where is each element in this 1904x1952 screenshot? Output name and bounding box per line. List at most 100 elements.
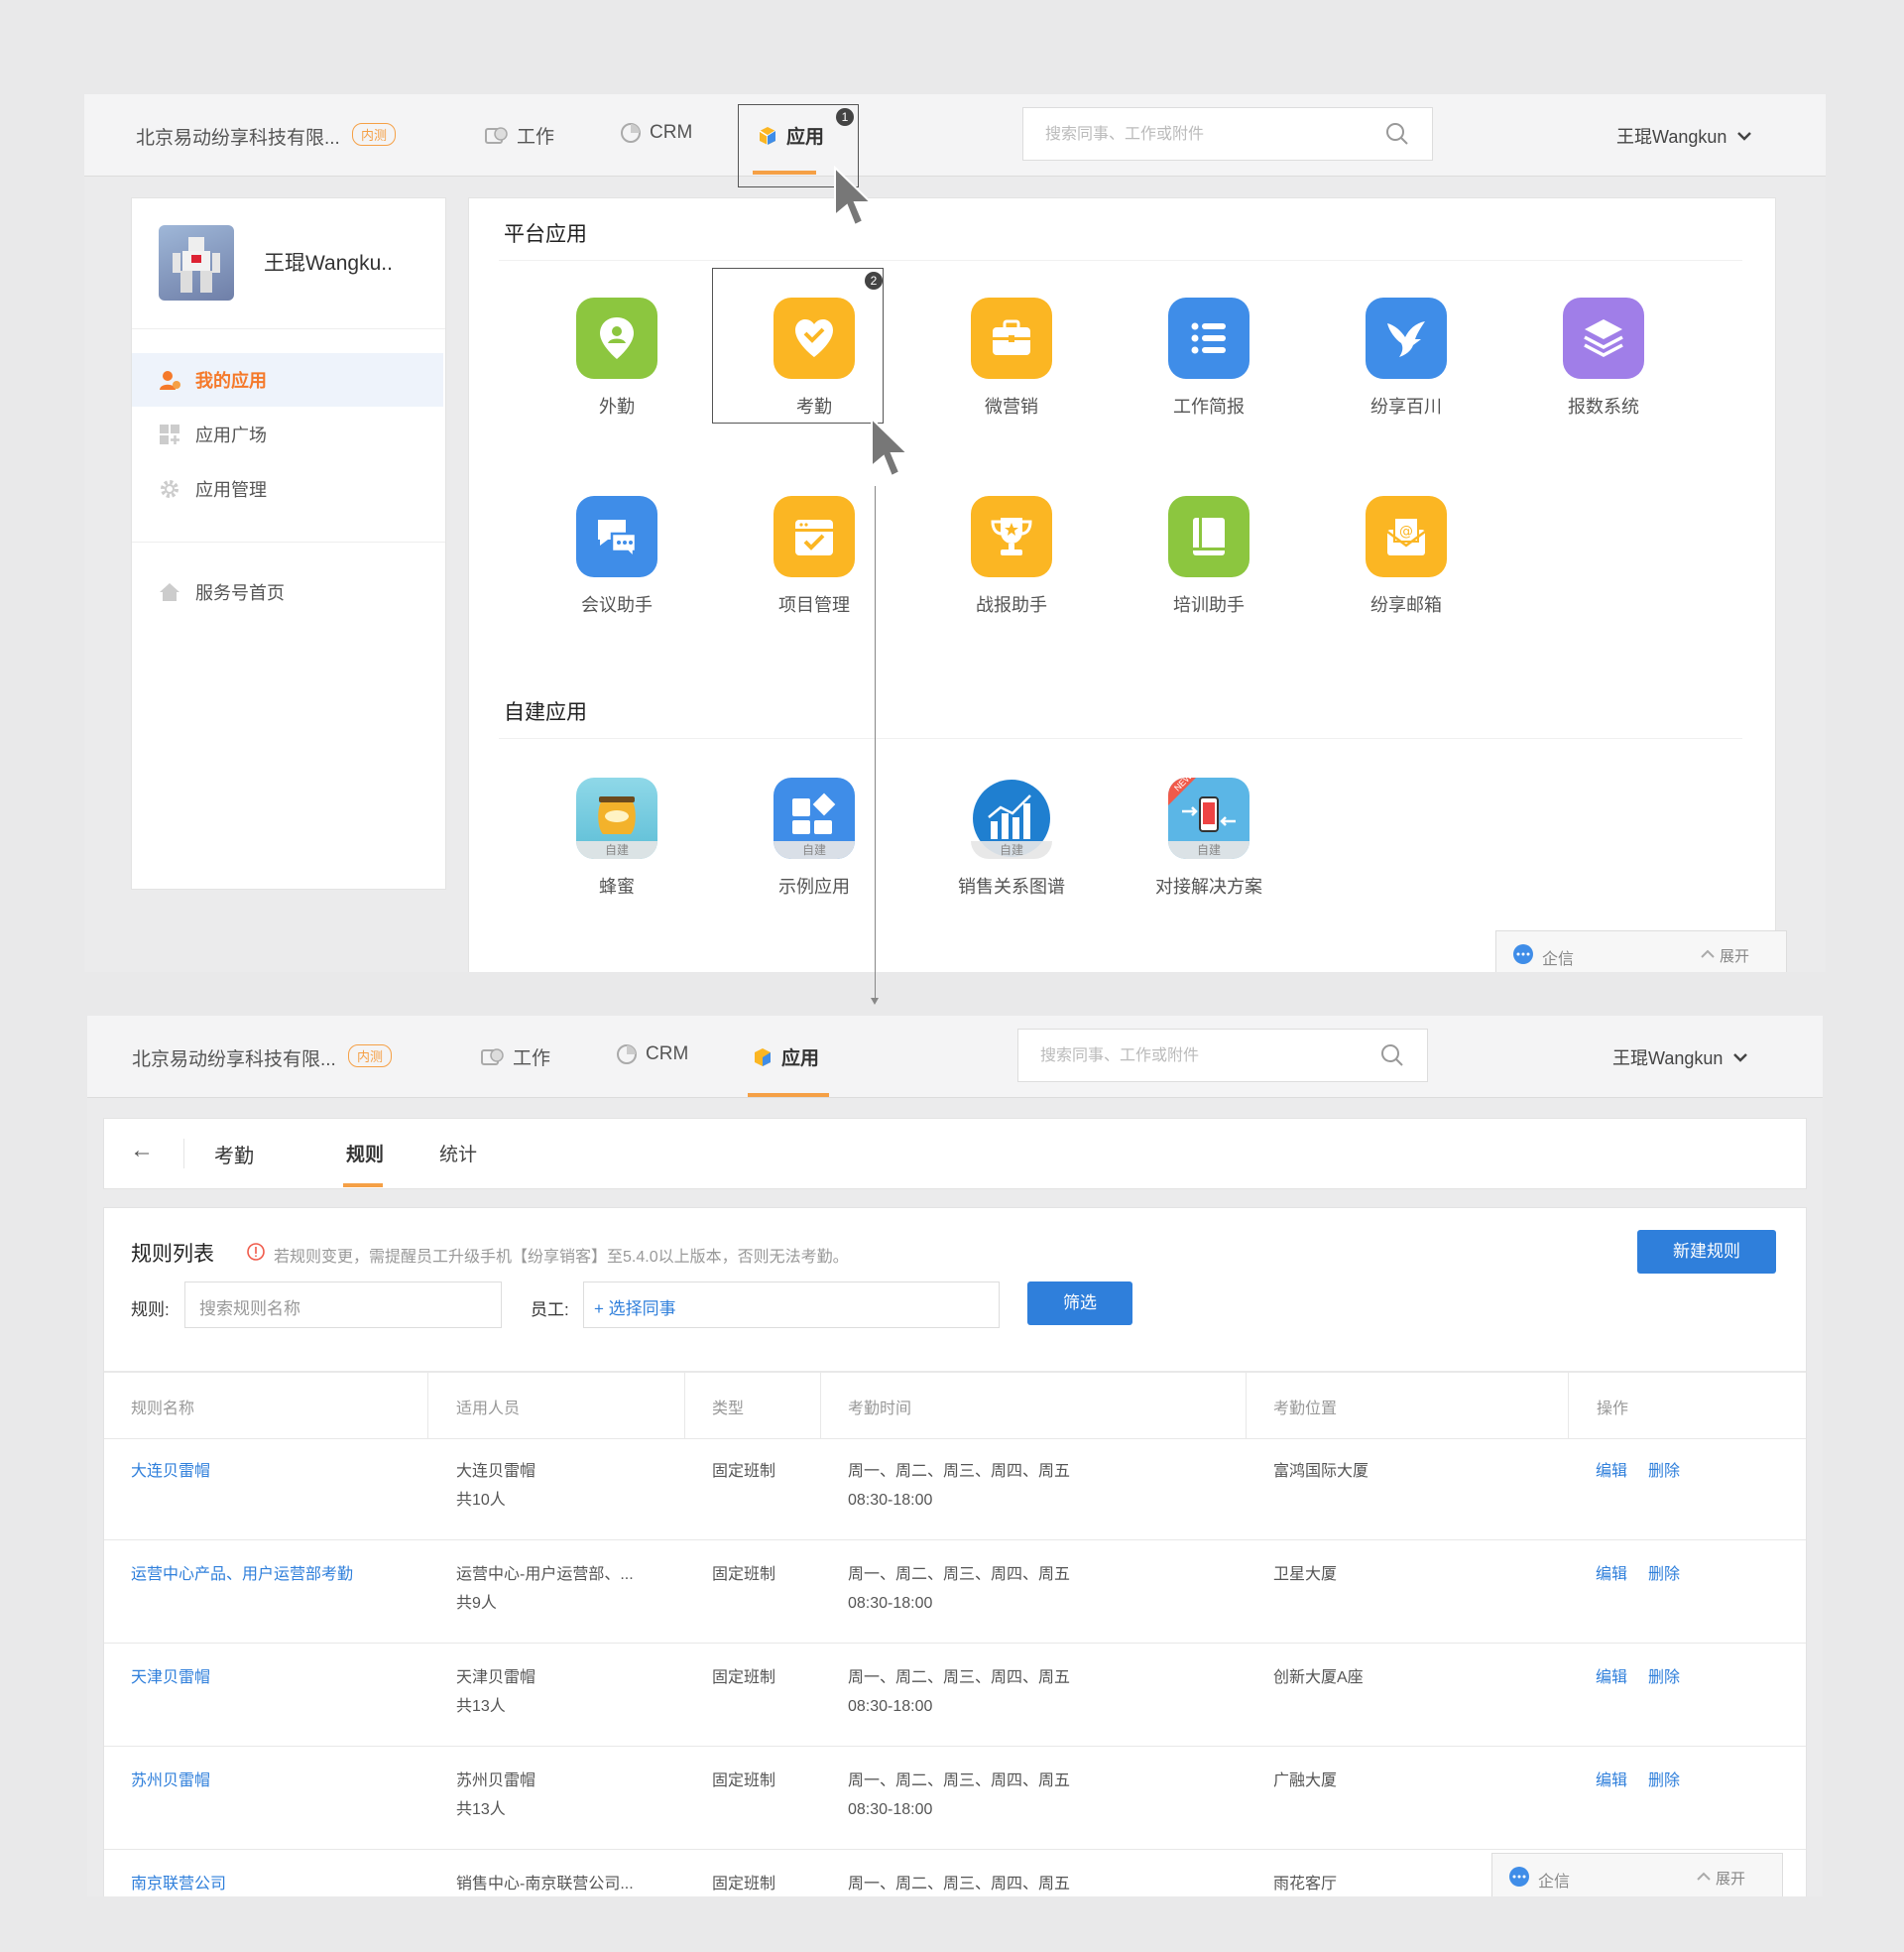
apps-card: 平台应用 外勤 考勤 2 微营销 工作简报 纷享百川 报数系统 会议助手 项目管… — [468, 197, 1776, 972]
sidebar-item-my-apps[interactable]: 我的应用 — [132, 353, 443, 407]
delete-link[interactable]: 删除 — [1648, 1457, 1680, 1486]
tab-work-label: 工作 — [517, 127, 555, 148]
chat-icon — [1513, 944, 1533, 964]
rule-staff: 大连贝雷帽 — [456, 1463, 536, 1480]
col-header-time: 考勤时间 — [848, 1401, 912, 1417]
blocks-icon: 自建 — [774, 778, 855, 859]
col-header-actions: 操作 — [1597, 1401, 1629, 1417]
search-icon[interactable] — [1384, 121, 1410, 147]
divider — [132, 328, 445, 329]
rule-name-link[interactable]: 大连贝雷帽 — [131, 1457, 210, 1486]
tab-crm-label: CRM — [650, 122, 693, 143]
user-menu[interactable]: 王琨Wangkun — [1612, 1044, 1748, 1070]
tab-crm[interactable]: CRM — [620, 122, 692, 144]
edit-link[interactable]: 编辑 — [1596, 1560, 1627, 1589]
staff-picker-link[interactable]: + 选择同事 — [594, 1294, 676, 1319]
app-baichuan[interactable]: 纷享百川 — [1327, 298, 1486, 419]
qixin-chat-bar[interactable]: 企信 展开 — [1491, 1853, 1783, 1896]
rule-location: 广融大厦 — [1273, 1772, 1338, 1789]
col-divider — [427, 1373, 428, 1438]
trophy-icon — [971, 496, 1052, 577]
tab-apps[interactable]: 应用 — [752, 1043, 819, 1070]
user-name: 王琨Wangkun — [1612, 1048, 1724, 1068]
list-icon — [1168, 298, 1250, 379]
rules-list-card: 规则列表 若规则变更，需提醒员工升级手机【纷享销客】至5.4.0以上版本，否则无… — [103, 1207, 1807, 1896]
rule-days: 周一、周二、周三、周四、周五 — [848, 1876, 1071, 1892]
rule-name-link[interactable]: 运营中心产品、用户运营部考勤 — [131, 1560, 353, 1589]
layers-icon — [1563, 298, 1644, 379]
tab-rules[interactable]: 规则 — [346, 1140, 384, 1166]
sidebar-user-name: 王琨Wangku.. — [264, 252, 393, 275]
search-icon[interactable] — [1379, 1042, 1405, 1068]
search-input[interactable] — [1043, 108, 1345, 162]
rule-days: 周一、周二、周三、周四、周五 — [848, 1772, 1071, 1789]
table-header: 规则名称 适用人员 类型 考勤时间 考勤位置 操作 — [104, 1371, 1806, 1439]
app-mailbox[interactable]: @ 纷享邮箱 — [1327, 496, 1486, 617]
tab-apps-underline — [748, 1093, 829, 1097]
app-work-brief[interactable]: 工作简报 — [1130, 298, 1288, 419]
app-field-work[interactable]: 外勤 — [537, 298, 696, 419]
sidebar-item-app-manage[interactable]: 应用管理 — [132, 462, 443, 516]
self-built-tag: 自建 — [576, 841, 657, 859]
filter-button[interactable]: 筛选 — [1027, 1281, 1132, 1325]
rule-staff: 销售中心-南京联营公司... — [456, 1876, 634, 1892]
delete-link[interactable]: 删除 — [1648, 1767, 1680, 1795]
avatar — [159, 225, 234, 301]
bar-chart-icon: 自建 — [971, 778, 1052, 859]
custom-apps-title: 自建应用 — [504, 701, 587, 724]
app-sample[interactable]: 自建 示例应用 — [735, 778, 893, 899]
user-menu[interactable]: 王琨Wangkun — [1616, 123, 1752, 149]
app-project-management[interactable]: 项目管理 — [735, 496, 893, 617]
delete-link[interactable]: 删除 — [1648, 1663, 1680, 1692]
staff-filter-label: 员工: — [531, 1300, 569, 1319]
tab-crm[interactable]: CRM — [616, 1043, 688, 1065]
back-arrow-icon[interactable]: ← — [130, 1137, 154, 1164]
rule-name-link[interactable]: 南京联营公司 — [131, 1870, 226, 1896]
company-name[interactable]: 北京易动纷享科技有限... — [136, 123, 340, 150]
rule-staff-count: 共13人 — [456, 1801, 506, 1818]
delete-link[interactable]: 删除 — [1648, 1560, 1680, 1589]
edit-link[interactable]: 编辑 — [1596, 1767, 1627, 1795]
rule-name-link[interactable]: 苏州贝雷帽 — [131, 1767, 210, 1795]
rule-location: 雨花客厅 — [1273, 1876, 1338, 1892]
app-training-assistant[interactable]: 培训助手 — [1130, 496, 1288, 617]
page-title: 考勤 — [214, 1146, 254, 1167]
app-micro-marketing[interactable]: 微营销 — [932, 298, 1091, 419]
sidebar-item-app-square[interactable]: 应用广场 — [132, 408, 443, 461]
edit-link[interactable]: 编辑 — [1596, 1663, 1627, 1692]
rule-name-link[interactable]: 天津贝雷帽 — [131, 1663, 210, 1692]
step-marker-1: 1 — [836, 108, 854, 126]
home-icon — [160, 583, 179, 601]
app-battle-report[interactable]: 战报助手 — [932, 496, 1091, 617]
col-header-location: 考勤位置 — [1273, 1401, 1338, 1417]
calendar-check-icon — [774, 496, 855, 577]
rule-search-field[interactable]: 搜索规则名称 — [184, 1281, 502, 1328]
app-label: 微营销 — [985, 397, 1038, 417]
chevron-down-icon — [1733, 1053, 1748, 1062]
app-honey[interactable]: 自建 蜂蜜 — [537, 778, 696, 899]
rule-location: 创新大厦A座 — [1273, 1669, 1364, 1686]
qixin-chat-bar[interactable]: 企信 展开 — [1495, 930, 1787, 972]
sidebar: 王琨Wangku.. 我的应用 应用广场 应用管理 服务号首页 — [131, 197, 446, 890]
upgrade-notice: 若规则变更，需提醒员工升级手机【纷享销客】至5.4.0以上版本，否则无法考勤。 — [274, 1249, 849, 1266]
tab-stats[interactable]: 统计 — [439, 1140, 477, 1166]
edit-link[interactable]: 编辑 — [1596, 1457, 1627, 1486]
sidebar-item-service-home[interactable]: 服务号首页 — [132, 565, 443, 619]
search-input[interactable] — [1038, 1030, 1340, 1083]
app-report-system[interactable]: 报数系统 — [1524, 298, 1683, 419]
tab-work[interactable]: 工作 — [481, 1043, 550, 1070]
app-label: 对接解决方案 — [1155, 877, 1262, 897]
divider — [499, 260, 1742, 261]
app-sales-graph[interactable]: 自建 销售关系图谱 — [932, 778, 1091, 899]
company-name[interactable]: 北京易动纷享科技有限... — [132, 1044, 336, 1071]
app-integration-solution[interactable]: NEW 自建 对接解决方案 — [1130, 778, 1288, 899]
rule-time: 08:30-18:00 — [848, 1595, 933, 1612]
self-built-tag: 自建 — [971, 841, 1052, 859]
honey-jar-icon: 自建 — [576, 778, 657, 859]
location-pin-icon — [576, 298, 657, 379]
staff-picker-field[interactable]: + 选择同事 — [583, 1281, 1000, 1328]
app-meeting-assistant[interactable]: 会议助手 — [537, 496, 696, 617]
new-rule-button[interactable]: 新建规则 — [1637, 1230, 1776, 1274]
tab-work[interactable]: 工作 — [485, 122, 554, 149]
rule-days: 周一、周二、周三、周四、周五 — [848, 1669, 1071, 1686]
